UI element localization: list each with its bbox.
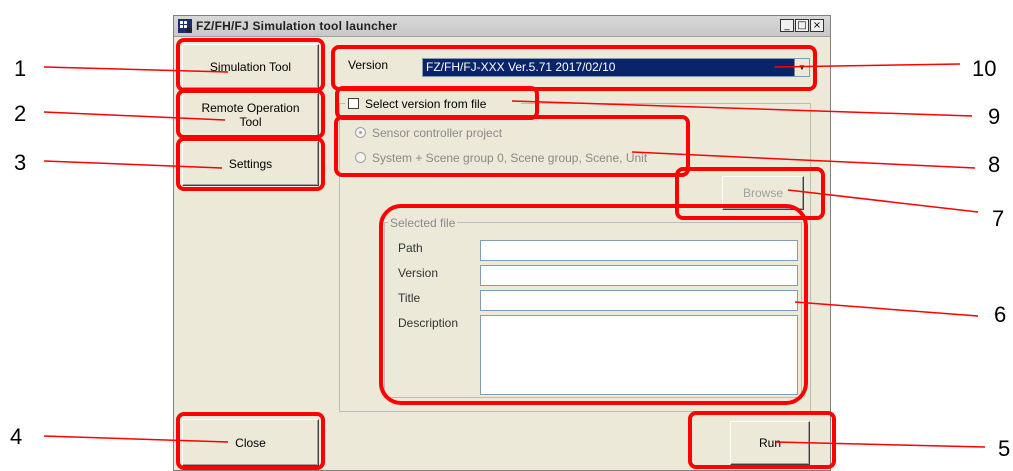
- callout-line-1: [43, 66, 229, 73]
- callout-number-7: 7: [992, 206, 1005, 231]
- callout-number-5: 5: [998, 436, 1011, 461]
- callout-line-2: [43, 111, 226, 121]
- callout-lines: [43, 63, 986, 448]
- callout-number-9: 9: [988, 104, 1001, 129]
- callout-number-4: 4: [10, 424, 23, 449]
- callout-number-3: 3: [14, 150, 27, 175]
- callout-number-6: 6: [994, 302, 1007, 327]
- callout-number-10: 10: [972, 56, 997, 81]
- callout-number-8: 8: [988, 152, 1001, 177]
- callout-line-5: [775, 441, 986, 448]
- callout-number-1: 1: [14, 56, 27, 81]
- callout-line-7: [787, 189, 979, 213]
- callout-line-8: [631, 151, 976, 169]
- callout-number-2: 2: [14, 101, 27, 126]
- callout-line-9: [511, 100, 973, 117]
- callout-line-6: [794, 301, 979, 317]
- callout-line-3: [43, 160, 223, 169]
- callout-line-10: [774, 63, 961, 68]
- callout-line-4: [43, 435, 229, 443]
